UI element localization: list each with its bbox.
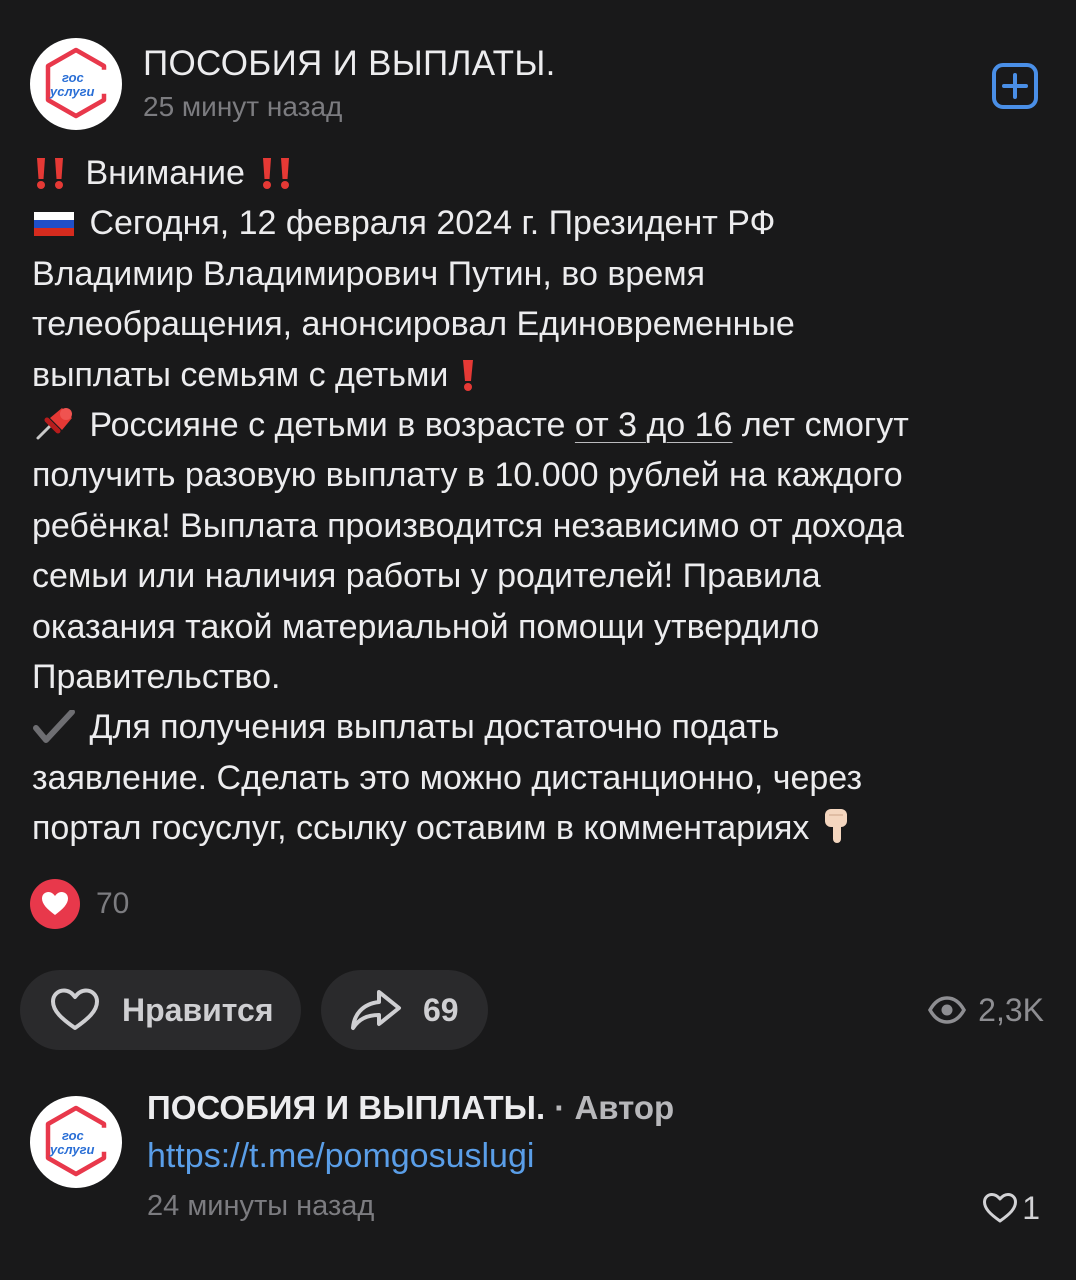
post-line: портал госуслуг, ссылку оставим в коммен… [32, 803, 1052, 853]
heart-outline-icon [983, 1193, 1018, 1223]
comment-like-count: 1 [1022, 1189, 1040, 1226]
post-line: Россияне с детьми в возрасте от 3 до 16 … [32, 400, 1052, 450]
post-line: Правительство. [32, 658, 281, 697]
share-count: 69 [423, 991, 459, 1028]
post-line: Владимир Владимирович Путин, во время [32, 254, 706, 293]
pointing-down-hand-icon [819, 805, 853, 845]
views-counter: 2,3K [928, 988, 1044, 1032]
channel-avatar[interactable]: гос услуги [30, 38, 122, 130]
check-mark-icon [32, 710, 80, 744]
comment-link[interactable]: https://t.me/pomgosuslugi [147, 1137, 534, 1176]
post-line: телеобращения, анонсировал Единовременны… [32, 305, 795, 344]
comment-author-avatar[interactable]: гос услуги [30, 1096, 122, 1188]
post-line: получить разовую выплату в 10.000 рублей… [32, 456, 903, 495]
post-line: Сегодня, 12 февраля 2024 г. Президент РФ [32, 198, 1052, 248]
post-line-text: Россияне с детьми в возрасте [89, 406, 575, 445]
author-separator: · [545, 1089, 575, 1126]
views-count: 2,3K [978, 991, 1044, 1028]
post-time: 25 минут назад [143, 91, 343, 122]
share-arrow-icon [351, 990, 401, 1030]
like-button[interactable]: Нравится [20, 970, 301, 1050]
post-line-text: выплаты семьям с детьми [32, 355, 449, 394]
like-label: Нравится [122, 991, 274, 1028]
gosuslugi-logo-icon: гос услуги [45, 1105, 107, 1177]
post-line: заявление. Сделать это можно дистанционн… [32, 758, 863, 797]
reaction-count: 70 [96, 887, 130, 920]
post-line-text: Для получения выплаты достаточно подать [89, 708, 780, 747]
post-line: семьи или наличия работы у родителей! Пр… [32, 557, 821, 596]
double-exclamation-icon [32, 156, 76, 190]
comment-like-button[interactable]: 1 [982, 1188, 1040, 1228]
age-range-underlined: от 3 до 16 [574, 406, 733, 445]
post-text: Внимание Сегодня, 12 февраля 2024 г. Пре… [32, 148, 1052, 854]
red-exclamation-icon [458, 358, 478, 392]
heart-outline-icon [51, 988, 99, 1030]
double-exclamation-icon [254, 156, 298, 190]
post-line: выплаты семьям с детьми [32, 350, 1052, 400]
avatar-text-bottom: услуги [49, 1142, 95, 1157]
comment-time: 24 минуты назад [147, 1190, 375, 1222]
post-line: оказания такой материальной помощи утвер… [32, 607, 820, 646]
heart-reaction-icon [30, 879, 80, 929]
pushpin-icon [32, 404, 80, 442]
comment-author[interactable]: ПОСОБИЯ И ВЫПЛАТЫ. · Автор [147, 1089, 674, 1127]
add-button[interactable] [991, 62, 1039, 110]
comment-author-name[interactable]: ПОСОБИЯ И ВЫПЛАТЫ. [147, 1089, 545, 1126]
post-line-text: Сегодня, 12 февраля 2024 г. Президент РФ [89, 204, 776, 243]
eye-icon [928, 996, 967, 1024]
channel-name[interactable]: ПОСОБИЯ И ВЫПЛАТЫ. [143, 44, 556, 84]
post-line-text: Внимание [85, 154, 245, 192]
gosuslugi-logo-icon: гос услуги [45, 47, 107, 119]
avatar-text-top: гос [62, 70, 85, 85]
reaction-summary[interactable]: 70 [30, 879, 129, 929]
post-line: Для получения выплаты достаточно подать [32, 702, 1052, 752]
plus-square-icon [992, 63, 1038, 109]
post-line-text: портал госуслуг, ссылку оставим в коммен… [32, 809, 810, 848]
russia-flag-icon [32, 210, 80, 240]
post-line: ребёнка! Выплата производится независимо… [32, 506, 904, 545]
author-role: Автор [574, 1089, 675, 1126]
post-line-text: лет смогут [732, 406, 909, 445]
avatar-text-top: гос [62, 1128, 85, 1143]
post-line: Внимание [32, 148, 1052, 198]
avatar-text-bottom: услуги [49, 84, 95, 99]
share-button[interactable]: 69 [321, 970, 488, 1050]
